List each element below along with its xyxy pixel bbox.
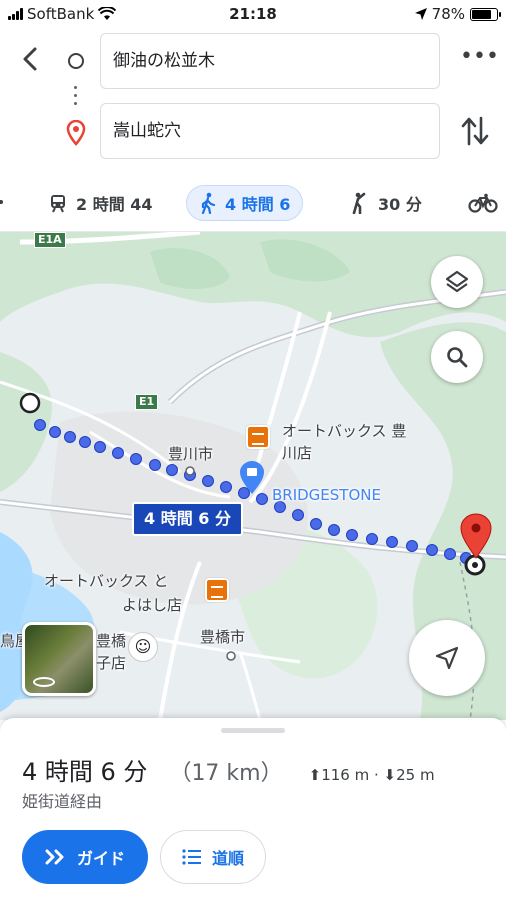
route-dot [64, 431, 76, 443]
map-label-autobacs-toyohashi-2: よはし店 [122, 596, 183, 614]
guide-button[interactable]: ガイド [22, 830, 148, 884]
route-via: 姫街道経由 [22, 792, 103, 811]
route-dot [49, 426, 61, 438]
guide-button-label: ガイド [76, 849, 125, 868]
train-icon [51, 195, 65, 213]
tab-transit-label: 2 時間 44 [76, 195, 153, 214]
search-icon [447, 347, 468, 368]
origin-field[interactable]: 御油の松並木 [100, 33, 440, 89]
route-distance: （17 km） [169, 761, 283, 786]
origin-circle-icon [68, 53, 84, 69]
bicycle-icon [468, 193, 498, 213]
360-icon [33, 677, 55, 687]
destination-pin-icon [66, 120, 86, 146]
map-label-autobacs-toyokawa-1: オートバックス 豊 [282, 422, 407, 440]
highway-shield-e1: E1 [135, 394, 159, 410]
status-bar: SoftBank 21:18 78% [0, 0, 506, 28]
search-button[interactable] [431, 331, 483, 383]
steps-button[interactable]: 道順 [160, 830, 266, 884]
map-label-autobacs-toyohashi-1: オートバックス と [44, 572, 169, 590]
destination-field[interactable]: 嵩山蛇穴 [100, 103, 440, 159]
directions-header: 御油の松並木 嵩山蛇穴 ••• [0, 28, 506, 172]
elevation: ⬆116 m · ⬇25 m [309, 766, 435, 784]
travel-mode-tabs: 2 時間 44 4 時間 6 30 分 [0, 172, 506, 232]
tab-walk-label: 4 時間 6 [225, 195, 291, 214]
more-options-icon[interactable]: ••• [460, 46, 499, 74]
map-label-autobacs-toyokawa-2: 川店 [282, 444, 313, 462]
location-arrow-icon [414, 8, 427, 20]
route-dot [220, 481, 232, 493]
tab-ride-label: 30 分 [378, 195, 422, 214]
ascent-icon: ⬆ [308, 766, 322, 784]
steps-button-label: 道順 [211, 849, 244, 868]
map-label-partial-3: 子店 [96, 654, 127, 672]
route-dot [34, 419, 46, 431]
tab-bike[interactable] [456, 185, 506, 221]
route-dot [79, 436, 91, 448]
route-dot [346, 529, 358, 541]
route-dot [202, 475, 214, 487]
route-dot [238, 487, 250, 499]
route-summary-sheet[interactable]: 4 時間 6 分 （17 km） ⬆116 m · ⬇25 m 姫街道経由 ガイ… [0, 718, 506, 900]
elevation-separator: · [373, 766, 379, 784]
sheet-drag-handle[interactable] [221, 728, 285, 733]
route-dot [386, 536, 398, 548]
route-dot [94, 441, 106, 453]
hail-icon [352, 192, 366, 214]
my-location-button[interactable] [409, 620, 485, 696]
route-dot [292, 509, 304, 521]
route-dot [366, 533, 378, 545]
route-duration: 4 時間 6 分 [22, 758, 148, 786]
list-icon [182, 849, 201, 865]
ascent-value: 116 m [321, 766, 370, 784]
mascot-icon[interactable]: ☺ [128, 632, 158, 662]
navigation-arrow-icon [435, 646, 459, 670]
route-dot [310, 518, 322, 530]
route-dot [166, 464, 178, 476]
route-summary: 4 時間 6 分 （17 km） ⬆116 m · ⬇25 m [22, 752, 435, 787]
route-dot [256, 493, 268, 505]
tab-transit[interactable]: 2 時間 44 [36, 185, 165, 221]
route-dot [328, 524, 340, 536]
swap-route-button[interactable] [460, 114, 490, 148]
map-label-partial-2: 豊橋 [96, 632, 127, 650]
autobacs-icon[interactable] [246, 425, 270, 449]
descent-value: 25 m [396, 766, 435, 784]
highway-shield-e1a: E1A [34, 232, 66, 248]
route-duration-callout[interactable]: 4 時間 6 分 [132, 502, 243, 536]
autobacs-icon[interactable] [205, 578, 229, 602]
map-label-bridgestone[interactable]: BRIDGESTONE [272, 484, 381, 506]
route-dots-icon [74, 86, 78, 110]
route-dot [426, 544, 438, 556]
map-label-toyohashi: 豊橋市 [200, 628, 246, 646]
layers-icon [445, 270, 469, 293]
double-chevron-icon [45, 849, 64, 865]
layers-button[interactable] [431, 256, 483, 308]
battery-percent: 78% [431, 5, 465, 23]
back-button[interactable] [14, 42, 48, 76]
route-dot [444, 548, 456, 560]
route-dot [406, 540, 418, 552]
battery-icon [470, 7, 501, 21]
route-dot [112, 447, 124, 459]
tab-walk[interactable]: 4 時間 6 [186, 185, 304, 221]
origin-marker-icon [19, 392, 41, 414]
walk-icon [201, 192, 216, 214]
street-view-thumbnail[interactable] [22, 622, 96, 696]
route-dot [149, 459, 161, 471]
map-view[interactable]: E1A E1 豊川市 オートバックス 豊 川店 BRIDGESTONE オートバ… [0, 232, 506, 720]
map-label-toyokawa: 豊川市 [168, 445, 214, 463]
descent-icon: ⬇ [383, 766, 397, 784]
route-dot [130, 453, 142, 465]
tab-ride[interactable]: 30 分 [338, 185, 434, 221]
chevron-left-icon [0, 200, 3, 204]
